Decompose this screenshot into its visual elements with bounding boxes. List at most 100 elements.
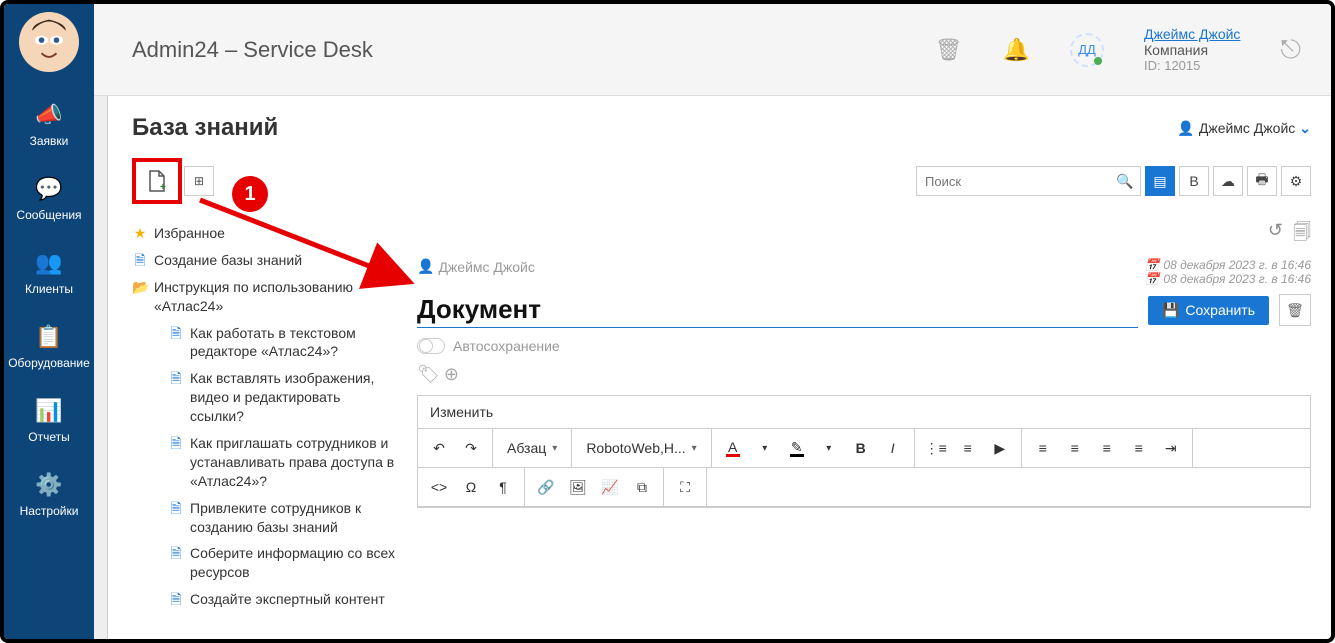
trash-icon[interactable]: 🗑: [935, 37, 963, 63]
font-label: RobotoWeb,H...: [586, 440, 685, 456]
tree-label: Соберите информацию со всех ресурсов: [190, 544, 397, 582]
new-folder-button[interactable]: ⊞: [184, 166, 214, 196]
left-nav: 📣 Заявки 💬 Сообщения 👥 Клиенты 📋 Оборудо…: [4, 4, 94, 639]
highlight-button[interactable]: ✎: [782, 433, 812, 463]
header: Admin24 – Service Desk 🗑 🔔 ДД Джеймс Джо…: [94, 4, 1331, 96]
settings-icon[interactable]: ⚙: [1281, 166, 1311, 196]
tree-doc[interactable]: 🗎Соберите информацию со всех ресурсов: [132, 540, 397, 586]
chart-button[interactable]: 📈: [595, 472, 625, 502]
tree-doc[interactable]: 🗎 Как приглашать сотрудников и устанавлив…: [132, 430, 397, 495]
nav-equipment[interactable]: 📋 Оборудование: [8, 324, 90, 370]
chevron-down-icon: ▾: [552, 443, 557, 454]
logout-icon[interactable]: ⎋: [1280, 34, 1301, 66]
align-justify-button[interactable]: ≡: [1124, 433, 1154, 463]
user-avatar-small[interactable]: ДД: [1070, 33, 1104, 67]
paragraph-select[interactable]: Абзац▾: [499, 433, 565, 463]
image-button[interactable]: 🖼: [563, 472, 593, 502]
save-label: Сохранить: [1185, 302, 1255, 318]
tree-doc[interactable]: 🗎 Как работать в текстовом редакторе «Атл…: [132, 320, 397, 366]
align-center-button[interactable]: ≡: [1060, 433, 1090, 463]
modified-date: 08 декабря 2023 г. в 16:46: [1163, 272, 1311, 286]
undo-button[interactable]: ↶: [424, 433, 454, 463]
code-button[interactable]: <>: [424, 472, 454, 502]
indent-button[interactable]: ⇥: [1156, 433, 1186, 463]
tree-doc[interactable]: 🗎Создайте экспертный контент: [132, 586, 397, 613]
chat-icon: 💬: [35, 176, 62, 202]
nav-label: Оборудование: [8, 356, 90, 370]
bold-button[interactable]: B: [846, 433, 876, 463]
tag-icon[interactable]: 🏷: [417, 364, 440, 385]
link-button[interactable]: 🔗: [531, 472, 561, 502]
tree-label: Как работать в текстовом редакторе «Атла…: [190, 324, 397, 362]
chevron-down-icon: ▾: [692, 443, 697, 454]
people-icon: 👥: [35, 250, 62, 276]
tree-favorites[interactable]: ★ Избранное: [132, 220, 397, 247]
nav-tickets[interactable]: 📣 Заявки: [30, 102, 69, 148]
document-tree: ★ Избранное 🗎 Создание базы знаний 📂 Инс…: [132, 220, 397, 639]
nav-label: Клиенты: [25, 282, 73, 296]
rte-tab-edit[interactable]: Изменить: [418, 396, 1310, 429]
cloud-icon[interactable]: ☁: [1213, 166, 1243, 196]
align-right-button[interactable]: ≡: [1092, 433, 1122, 463]
blog-icon[interactable]: B: [1179, 166, 1209, 196]
search-icon[interactable]: 🔍: [1110, 173, 1140, 190]
person-icon: 👤: [1177, 120, 1194, 137]
font-select[interactable]: RobotoWeb,H... ▾: [578, 433, 704, 463]
page-title: База знаний: [132, 114, 278, 142]
created-date: 08 декабря 2023 г. в 16:46: [1163, 258, 1311, 272]
calendar-plus-icon: 📅: [1144, 258, 1159, 272]
video-button[interactable]: ▶: [985, 433, 1015, 463]
chevron-down-icon[interactable]: ▾: [814, 433, 844, 463]
nav-label: Отчеты: [28, 430, 69, 444]
app-title: Admin24 – Service Desk: [132, 37, 373, 63]
align-left-button[interactable]: ≡: [1028, 433, 1058, 463]
omega-button[interactable]: Ω: [456, 472, 486, 502]
history-icon[interactable]: ↺: [1268, 220, 1283, 250]
font-color-button[interactable]: A: [718, 433, 748, 463]
italic-button[interactable]: I: [878, 433, 908, 463]
avatar-icon: [21, 14, 77, 70]
document-icon: 🗎: [168, 324, 184, 343]
tree-doc[interactable]: 🗎Как вставлять изображения, видео и реда…: [132, 365, 397, 430]
tree-doc[interactable]: 🗎 Создание базы знаний: [132, 247, 397, 274]
autosave-toggle[interactable]: [417, 338, 445, 354]
tree-folder[interactable]: 📂 Инструкция по использованию «Атлас24»: [132, 274, 397, 320]
user-chip[interactable]: 👤 Джеймс Джойс ⌄: [1177, 120, 1311, 137]
redo-button[interactable]: ↷: [456, 433, 486, 463]
bullet-list-button[interactable]: ⋮≡: [921, 433, 951, 463]
numbered-list-button[interactable]: ≡: [953, 433, 983, 463]
gear-icon: ⚙️: [35, 472, 62, 498]
view-chart-icon[interactable]: ▤: [1145, 166, 1175, 196]
nav-settings[interactable]: ⚙️ Настройки: [20, 472, 79, 518]
pilcrow-button[interactable]: ¶: [488, 472, 518, 502]
bell-icon[interactable]: 🔔: [1003, 37, 1030, 63]
nav-clients[interactable]: 👥 Клиенты: [25, 250, 73, 296]
print-icon[interactable]: 🖶: [1247, 166, 1277, 196]
save-icon: 💾: [1162, 302, 1179, 319]
document-icon: 🗎: [168, 434, 184, 453]
company-label: Компания: [1144, 42, 1240, 58]
nav-reports[interactable]: 📊 Отчеты: [28, 398, 69, 444]
save-button[interactable]: 💾 Сохранить: [1148, 296, 1269, 325]
search-input[interactable]: [917, 174, 1110, 189]
document-title-input[interactable]: [417, 292, 1138, 328]
read-mode-icon[interactable]: 🗐: [1293, 220, 1311, 250]
avatar[interactable]: [19, 12, 79, 72]
person-icon: 👤: [417, 258, 434, 275]
new-document-icon: +: [147, 170, 167, 192]
fullscreen-button[interactable]: ⛶: [670, 472, 700, 502]
reports-icon: 📊: [35, 398, 62, 424]
scrollbar[interactable]: [94, 4, 108, 639]
new-document-button[interactable]: +: [132, 158, 182, 204]
tree-label: Как приглашать сотрудников и устанавлива…: [190, 434, 397, 491]
add-tag-icon[interactable]: ⊕: [444, 364, 459, 385]
user-chip-name: Джеймс Джойс: [1199, 120, 1295, 136]
user-id: ID: 12015: [1144, 58, 1240, 73]
user-name-link[interactable]: Джеймс Джойс: [1144, 26, 1240, 42]
tree-label: Создайте экспертный контент: [190, 590, 385, 609]
embed-button[interactable]: ⧉: [627, 472, 657, 502]
tree-doc[interactable]: 🗎Привлеките сотрудников к созданию базы …: [132, 495, 397, 541]
nav-messages[interactable]: 💬 Сообщения: [16, 176, 81, 222]
chevron-down-icon[interactable]: ▾: [750, 433, 780, 463]
delete-button[interactable]: 🗑: [1279, 294, 1311, 326]
